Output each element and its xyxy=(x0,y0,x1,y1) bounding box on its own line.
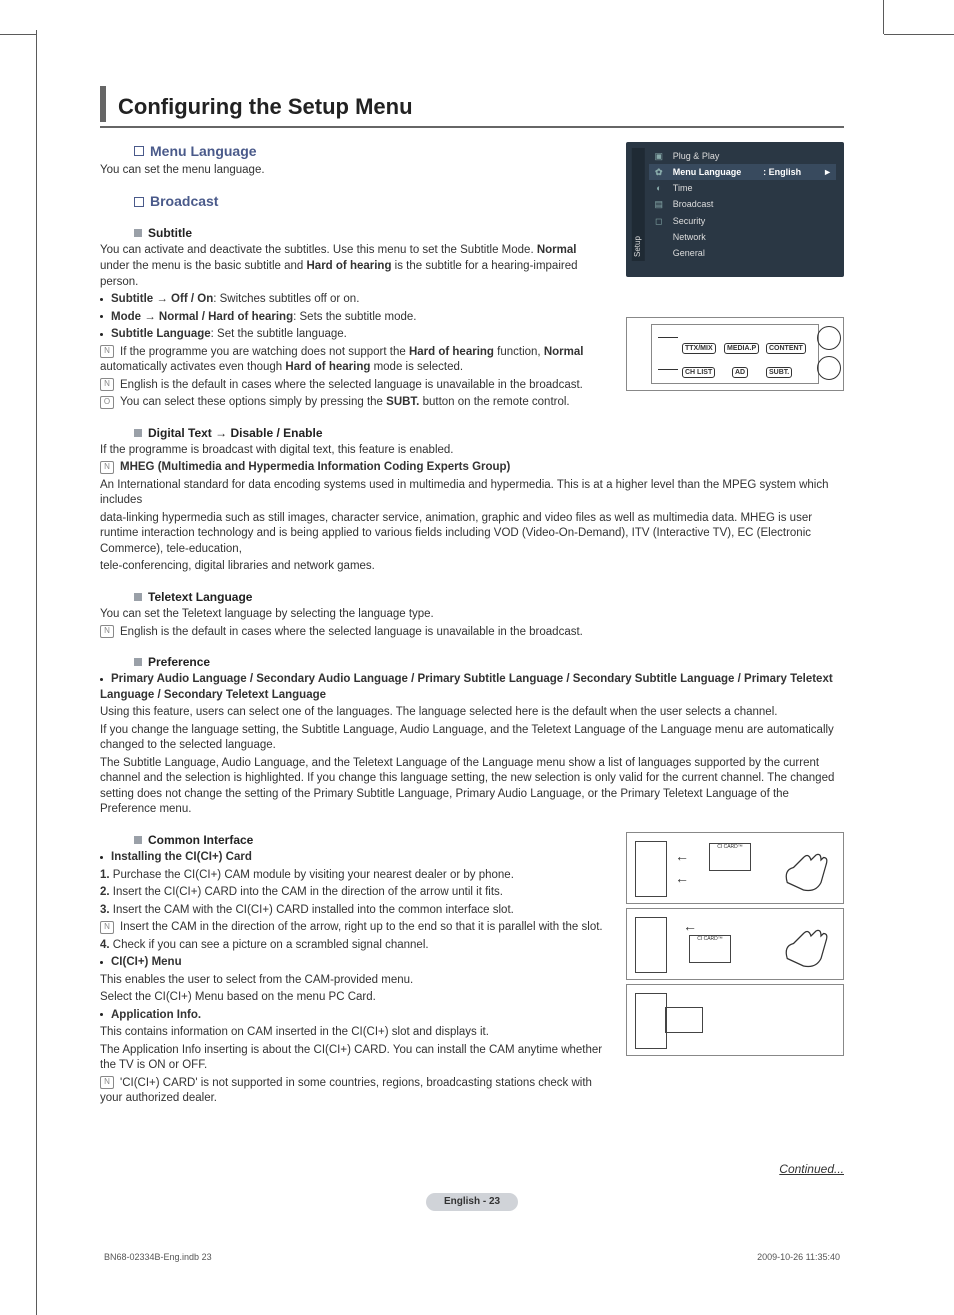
heading-menu-language: Menu Language xyxy=(150,142,257,161)
osd-item-selected: Menu Language xyxy=(673,166,742,178)
arrow-left-icon: ← xyxy=(683,917,697,936)
heading-digital-text: Digital Text → Disable / Enable xyxy=(148,425,323,441)
remote-btn-ad: AD xyxy=(732,367,748,378)
remote-dpad-icon xyxy=(817,356,841,380)
note-icon: N xyxy=(100,1076,114,1089)
ci-card-label: CI CARD™ xyxy=(697,936,723,942)
remote-btn-content: CONTENT xyxy=(766,343,806,354)
title-accent-bar xyxy=(100,86,106,122)
subtitle-bullet-1: Subtitle → Off / On: Switches subtitles … xyxy=(100,292,606,308)
ci-app-heading: Application Info. xyxy=(100,1008,606,1024)
note-icon: N xyxy=(100,461,114,474)
note-icon: N xyxy=(100,625,114,638)
menu-language-desc: You can set the menu language. xyxy=(100,163,606,179)
subtitle-note-1: NIf the programme you are watching does … xyxy=(100,345,606,376)
ci-illustration-3 xyxy=(626,984,844,1056)
ci-menu-p2: Select the CI(CI+) Menu based on the men… xyxy=(100,990,606,1006)
title-rule xyxy=(100,126,844,128)
preference-p3: The Subtitle Language, Audio Language, a… xyxy=(100,756,844,818)
hand-icon xyxy=(779,921,833,971)
ci-step-3-note: NInsert the CAM in the direction of the … xyxy=(100,920,606,936)
ci-illustration-2: ← CI CARD™ xyxy=(626,908,844,980)
arrow-left-icon: ← xyxy=(675,847,689,866)
mheg-heading: NMHEG (Multimedia and Hypermedia Informa… xyxy=(100,460,844,476)
page-title: Configuring the Setup Menu xyxy=(118,92,413,122)
osd-item: Network xyxy=(673,231,706,243)
osd-item: Security xyxy=(673,215,706,227)
heading-preference: Preference xyxy=(148,654,210,670)
teletext-desc: You can set the Teletext language by sel… xyxy=(100,607,844,623)
osd-item: Plug & Play xyxy=(673,150,720,162)
subtitle-note-3: OYou can select these options simply by … xyxy=(100,395,606,411)
subtitle-bullet-3: Subtitle Language: Set the subtitle lang… xyxy=(100,327,606,343)
note-icon: N xyxy=(100,378,114,391)
ci-app-note: N'CI(CI+) CARD' is not supported in some… xyxy=(100,1076,606,1107)
heading-subtitle: Subtitle xyxy=(148,225,192,241)
osd-time-icon: ◐ xyxy=(653,182,665,194)
ci-app-p1: This contains information on CAM inserte… xyxy=(100,1025,606,1041)
ci-illustration-1: ← ← CI CARD™ xyxy=(626,832,844,904)
remote-btn-chlist: CH LIST xyxy=(682,367,715,378)
preference-langlist: Primary Audio Language / Secondary Audio… xyxy=(100,672,844,703)
mheg-p3: tele-conferencing, digital libraries and… xyxy=(100,559,844,575)
osd-selected-value: : English xyxy=(763,166,801,178)
remote-btn-mediap: MEDIA.P xyxy=(724,343,759,354)
subtitle-note-2: NEnglish is the default in cases where t… xyxy=(100,378,606,394)
preference-p1: Using this feature, users can select one… xyxy=(100,705,844,721)
ci-step-1: 1. Purchase the CI(CI+) CAM module by vi… xyxy=(100,868,606,884)
heading-common-interface: Common Interface xyxy=(148,832,253,848)
osd-arrow-icon: ► xyxy=(823,166,832,178)
section-icon xyxy=(134,146,144,156)
osd-item: Time xyxy=(673,182,693,194)
continued-label: Continued... xyxy=(100,1161,844,1177)
subtitle-bullet-2: Mode → Normal / Hard of hearing: Sets th… xyxy=(100,310,606,326)
ci-menu-heading: CI(CI+) Menu xyxy=(100,955,606,971)
ci-step-4: 4. Check if you can see a picture on a s… xyxy=(100,938,606,954)
note-icon: N xyxy=(100,345,114,358)
ci-step-3: 3. Insert the CAM with the CI(CI+) CARD … xyxy=(100,903,606,919)
osd-plugplay-icon: ▣ xyxy=(653,150,665,162)
digital-text-desc: If the programme is broadcast with digit… xyxy=(100,443,844,459)
footer-timestamp: 2009-10-26 11:35:40 xyxy=(757,1251,840,1264)
osd-security-icon: ◻ xyxy=(653,215,665,227)
subsection-icon xyxy=(134,229,142,237)
osd-side-label: Setup xyxy=(632,148,645,261)
osd-preview: Setup ▣ Plug & Play ✿ Menu Language : Engli… xyxy=(626,142,844,277)
remote-illustration: TTX/MIX MEDIA.P CONTENT CH LIST AD SUBT. xyxy=(626,317,844,391)
mheg-p2: data-linking hypermedia such as still im… xyxy=(100,511,844,558)
ci-menu-p1: This enables the user to select from the… xyxy=(100,973,606,989)
heading-teletext: Teletext Language xyxy=(148,589,252,605)
osd-gear-icon: ✿ xyxy=(653,166,665,178)
subsection-icon xyxy=(134,836,142,844)
subtitle-desc: You can activate and deactivate the subt… xyxy=(100,243,606,290)
section-icon xyxy=(134,197,144,207)
footer-indb: BN68-02334B-Eng.indb 23 xyxy=(104,1251,212,1264)
remote-btn-subt: SUBT. xyxy=(766,367,792,378)
remote-press-icon: O xyxy=(100,396,114,409)
teletext-note: NEnglish is the default in cases where t… xyxy=(100,625,844,641)
preference-p2: If you change the language setting, the … xyxy=(100,723,844,754)
subsection-icon xyxy=(134,429,142,437)
page-number-pill: English - 23 xyxy=(426,1193,518,1211)
mheg-p1: An International standard for data encod… xyxy=(100,478,844,509)
hand-icon xyxy=(779,845,833,895)
subsection-icon xyxy=(134,593,142,601)
ci-step-2: 2. Insert the CI(CI+) CARD into the CAM … xyxy=(100,885,606,901)
osd-item: General xyxy=(673,247,705,259)
note-icon: N xyxy=(100,921,114,934)
arrow-left-icon: ← xyxy=(675,869,689,888)
osd-item: Broadcast xyxy=(673,198,714,210)
ci-install-heading: Installing the CI(CI+) Card xyxy=(100,850,606,866)
ci-card-label: CI CARD™ xyxy=(717,844,743,850)
osd-broadcast-icon: ▤ xyxy=(653,198,665,210)
ci-app-p2: The Application Info inserting is about … xyxy=(100,1043,606,1074)
heading-broadcast: Broadcast xyxy=(150,192,218,211)
remote-btn-ttxmix: TTX/MIX xyxy=(682,343,716,354)
remote-dpad-icon xyxy=(817,326,841,350)
subsection-icon xyxy=(134,658,142,666)
